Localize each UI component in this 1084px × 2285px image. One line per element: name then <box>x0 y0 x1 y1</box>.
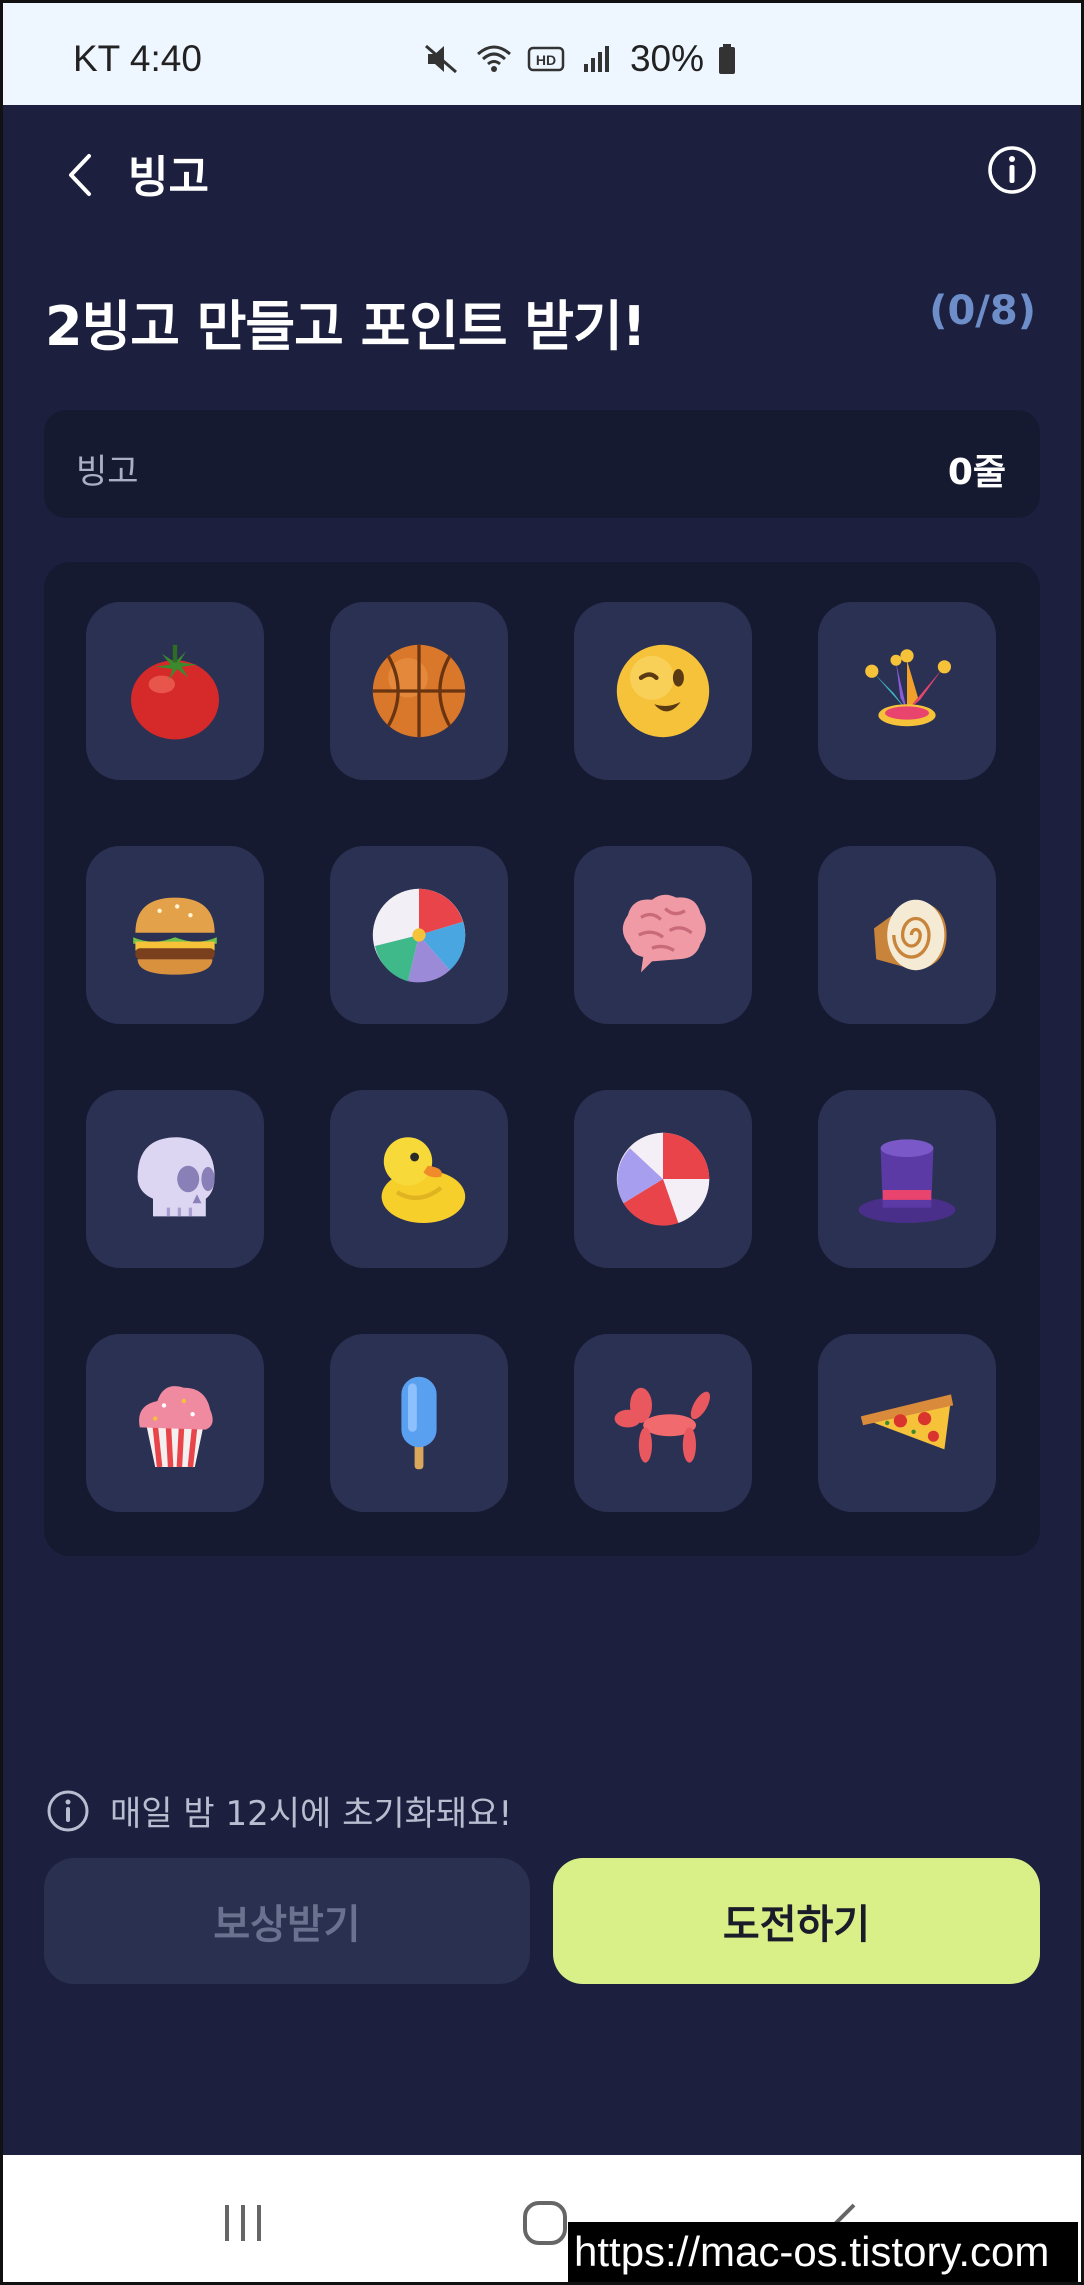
watermark: https://mac-os.tistory.com <box>568 2222 1078 2282</box>
status-icons: HD 30% <box>422 38 738 80</box>
bingo-cell[interactable] <box>818 846 996 1024</box>
skull-icon <box>137 1137 215 1217</box>
home-icon <box>523 2201 567 2245</box>
basketball-icon <box>372 644 466 738</box>
bingo-lines-count: 0줄 <box>947 452 1006 493</box>
app-header: 빙고 <box>0 105 1084 235</box>
hd-icon: HD <box>526 42 566 76</box>
bingo-cell[interactable] <box>86 602 264 780</box>
popsicle-icon <box>401 1376 437 1470</box>
mute-icon <box>422 42 462 76</box>
bingo-cell[interactable] <box>330 1090 508 1268</box>
bingo-cell[interactable] <box>818 1090 996 1268</box>
info-icon <box>47 1790 89 1831</box>
info-button[interactable] <box>986 144 1038 196</box>
bingo-cell[interactable] <box>574 602 752 780</box>
recent-apps-button[interactable] <box>208 2193 278 2253</box>
recent-apps-icon <box>225 2205 261 2241</box>
bingo-cell[interactable] <box>330 1334 508 1512</box>
striped-ball-icon <box>616 1132 710 1226</box>
mission-title: 2빙고 만들고 포인트 받기! <box>45 295 646 358</box>
status-bar: KT 4:40 HD 30% <box>0 0 1084 105</box>
bingo-cell[interactable] <box>574 1090 752 1268</box>
bingo-cell[interactable] <box>818 1334 996 1512</box>
notice-text: 매일 밤 12시에 초기화돼요! <box>110 1794 513 1834</box>
mission-progress: (0/8) <box>929 288 1036 334</box>
claim-reward-button[interactable]: 보상받기 <box>44 1858 530 1984</box>
bingo-cell[interactable] <box>330 602 508 780</box>
bingo-lines-box: 빙고 0줄 <box>44 410 1040 518</box>
page-title: 빙고 <box>128 152 209 203</box>
battery-icon <box>716 42 738 76</box>
bingo-cell[interactable] <box>574 846 752 1024</box>
balloon-dog-icon <box>614 1387 710 1463</box>
roll-cake-icon <box>874 899 947 971</box>
hamburger-icon <box>133 897 217 975</box>
jester-hat-icon <box>865 649 951 727</box>
top-hat-icon <box>858 1139 956 1223</box>
bingo-cell[interactable] <box>330 846 508 1024</box>
beach-ball-icon <box>372 888 466 983</box>
pizza-slice-icon <box>860 1394 954 1450</box>
carrier-time: KT 4:40 <box>73 38 202 79</box>
svg-text:HD: HD <box>536 52 556 68</box>
chevron-left-icon <box>69 154 91 196</box>
bingo-board <box>44 562 1040 1556</box>
brain-icon <box>622 894 706 973</box>
signal-icon <box>578 42 618 76</box>
bingo-cell[interactable] <box>86 1090 264 1268</box>
info-icon <box>988 146 1036 194</box>
back-button[interactable] <box>55 145 105 205</box>
cupcake-icon <box>139 1386 213 1468</box>
battery-percent: 30% <box>629 38 704 79</box>
bingo-cell[interactable] <box>86 1334 264 1512</box>
tomato-icon <box>131 644 219 740</box>
challenge-button[interactable]: 도전하기 <box>553 1858 1040 1984</box>
reset-notice: 매일 밤 12시에 초기화돼요! <box>46 1786 512 1835</box>
wifi-icon <box>474 42 514 76</box>
bingo-cell[interactable] <box>86 846 264 1024</box>
bingo-lines-label: 빙고 <box>76 452 139 492</box>
winking-face-icon <box>616 644 710 738</box>
bingo-cell[interactable] <box>818 602 996 780</box>
bingo-cell[interactable] <box>574 1334 752 1512</box>
rubber-duck-icon <box>381 1137 466 1223</box>
